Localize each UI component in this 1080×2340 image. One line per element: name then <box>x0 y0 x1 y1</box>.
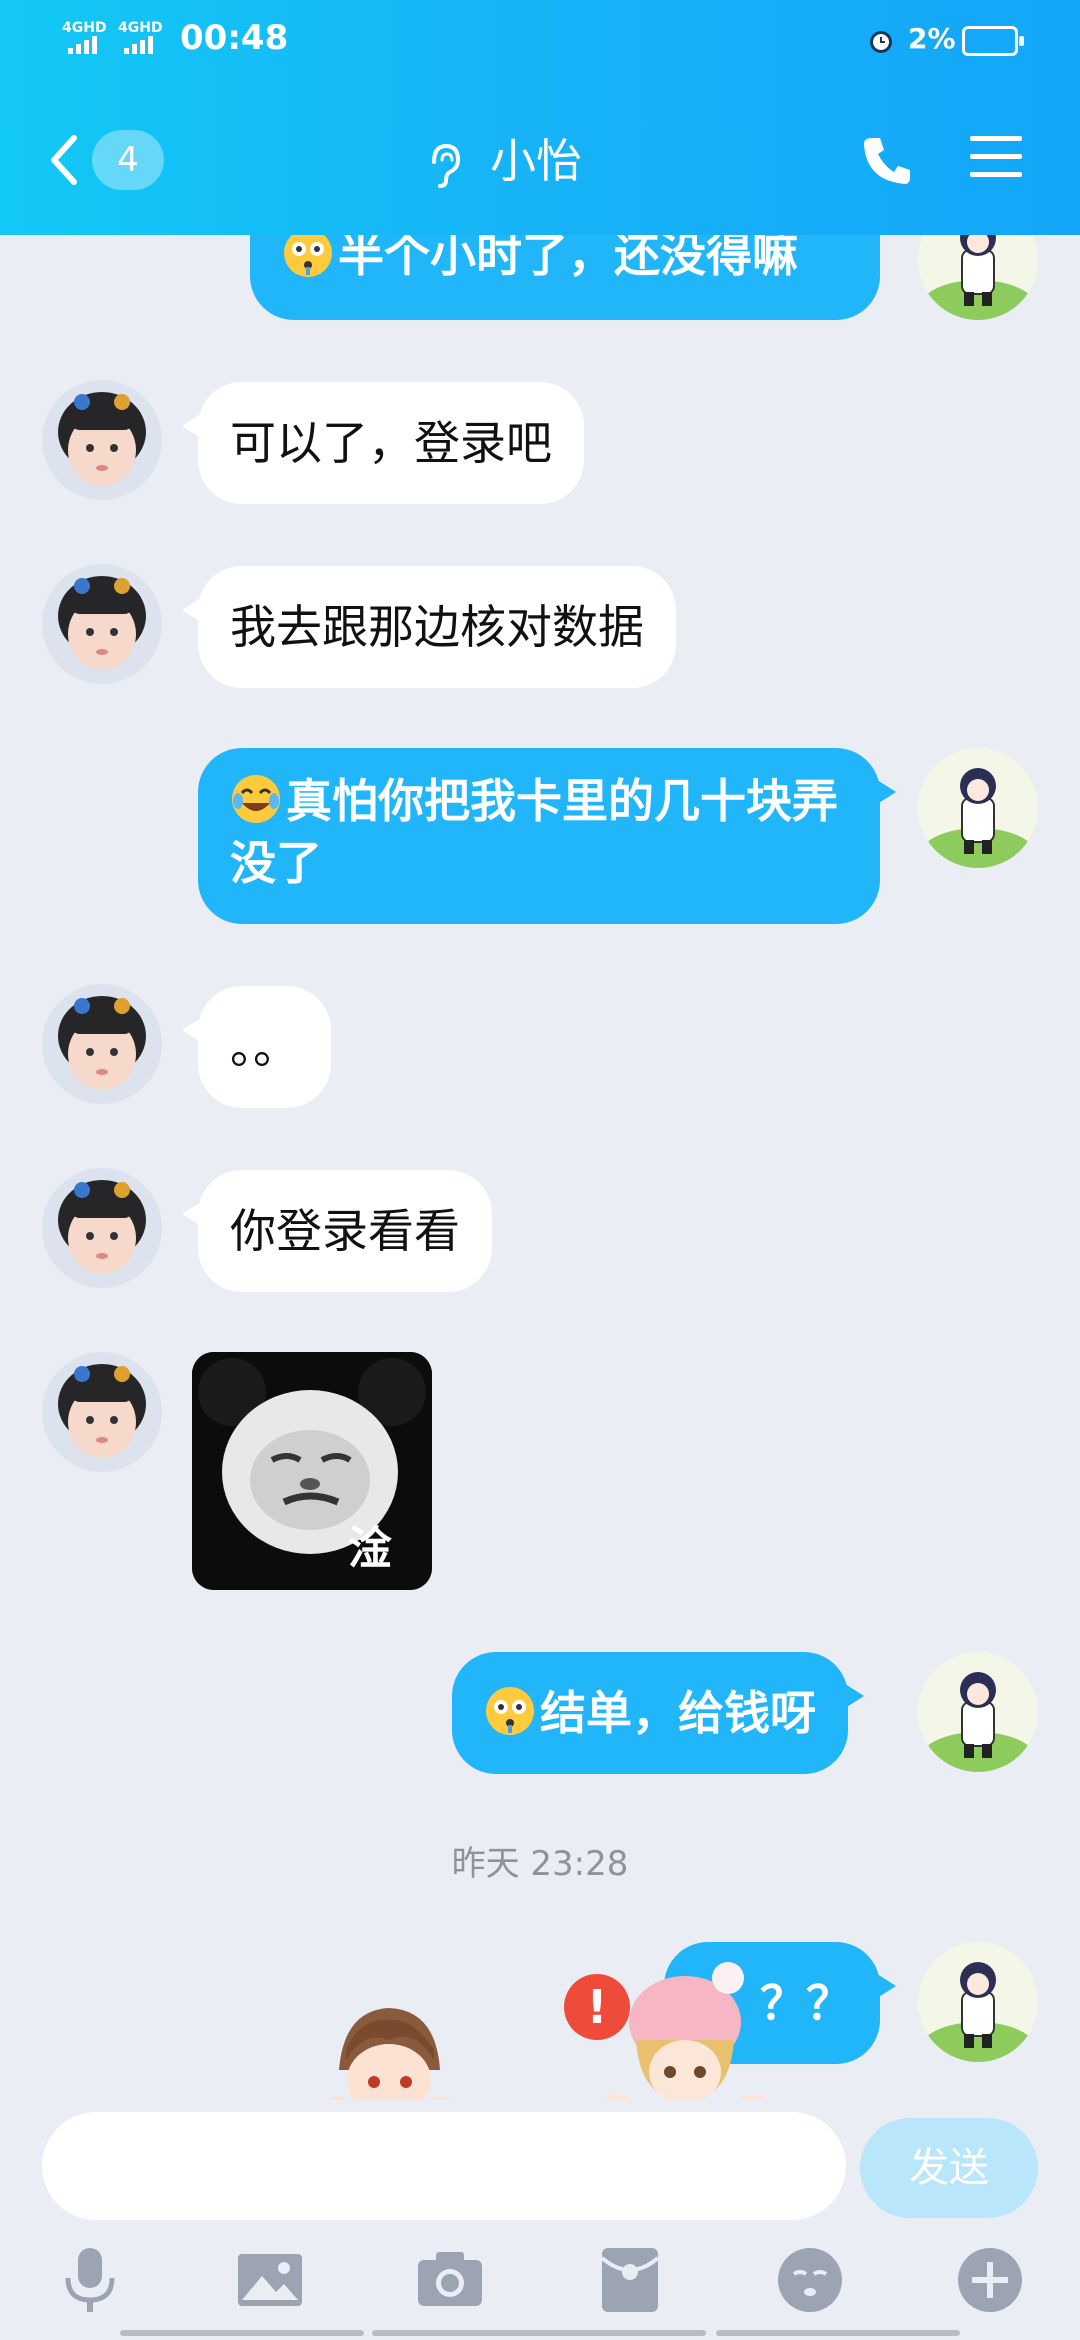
message-text: 。。 <box>230 1020 299 1074</box>
peeking-boy-character <box>324 2000 454 2100</box>
panda-meme-sticker[interactable]: 淦 <box>192 1352 432 1590</box>
phone-call-icon[interactable] <box>860 132 916 188</box>
message-text: 真怕你把我卡里的几十块弄没了 <box>230 774 838 890</box>
contact-avatar[interactable] <box>42 1352 162 1472</box>
message-text: 可以了，登录吧 <box>230 416 552 470</box>
message-text: 结单，给钱呀 <box>540 1686 816 1740</box>
nav-indicator <box>372 2330 706 2336</box>
menu-icon[interactable] <box>968 132 1024 182</box>
my-avatar[interactable] <box>918 1942 1038 2062</box>
emoji-icon[interactable] <box>772 2242 848 2318</box>
red-packet-icon[interactable] <box>592 2242 668 2318</box>
message-input[interactable] <box>42 2112 846 2220</box>
peeking-girl-character <box>600 1960 770 2100</box>
message-text: 半个小时了，还没得嘛 <box>338 228 798 282</box>
message-text: 你登录看看 <box>230 1204 460 1258</box>
chat-header: 4GHD 4GHD 00:48 2% 4 小怡 <box>0 0 1080 235</box>
nav-indicator <box>120 2330 364 2336</box>
nav-indicator <box>716 2330 960 2336</box>
alarm-icon <box>866 26 896 56</box>
my-avatar[interactable] <box>918 1652 1038 1772</box>
outgoing-message[interactable]: 结单，给钱呀 <box>452 1652 864 1774</box>
flushed-emoji-icon <box>484 1685 536 1737</box>
send-button[interactable]: 发送 <box>860 2118 1038 2218</box>
message-text: 我去跟那边核对数据 <box>230 600 644 654</box>
outgoing-message[interactable]: 真怕你把我卡里的几十块弄没了 <box>198 748 896 924</box>
contact-avatar[interactable] <box>42 1168 162 1288</box>
incoming-message[interactable]: 你登录看看 <box>182 1170 492 1292</box>
contact-avatar[interactable] <box>42 380 162 500</box>
incoming-message[interactable]: 我去跟那边核对数据 <box>182 566 676 688</box>
status-time: 00:48 <box>180 18 289 58</box>
tears-of-joy-emoji-icon <box>230 773 282 825</box>
back-arrow-icon[interactable] <box>44 130 84 190</box>
network-type-label: 4GHD <box>118 20 163 36</box>
microphone-icon[interactable] <box>52 2242 128 2318</box>
contact-avatar[interactable] <box>42 984 162 1104</box>
chat-title[interactable]: 小怡 <box>490 130 582 192</box>
camera-icon[interactable] <box>412 2242 488 2318</box>
incoming-message[interactable]: 。。 <box>182 986 331 1108</box>
nav-bar: 4 小怡 <box>0 100 1080 220</box>
plus-icon[interactable] <box>952 2242 1028 2318</box>
image-icon[interactable] <box>232 2242 308 2318</box>
my-avatar[interactable] <box>918 748 1038 868</box>
battery-percent: 2% <box>908 22 956 55</box>
battery-icon <box>962 26 1024 56</box>
incoming-message[interactable]: 可以了，登录吧 <box>182 382 584 504</box>
message-timestamp: 昨天 23:28 <box>451 1844 629 1884</box>
status-bar: 4GHD 4GHD 00:48 2% <box>0 0 1080 80</box>
contact-avatar[interactable] <box>42 564 162 684</box>
unread-count-badge[interactable]: 4 <box>92 130 164 190</box>
earpiece-mode-icon[interactable] <box>424 140 464 190</box>
input-bar: 发送 <box>0 2100 1080 2340</box>
chat-area[interactable]: 半个小时了，还没得嘛 可以了，登录吧 我去跟那边核对数据 真怕你把我卡里的几十块… <box>0 0 1080 2100</box>
network-type-label: 4GHD <box>62 20 107 36</box>
sticker-caption: 淦 <box>348 1523 392 1574</box>
message-text: ？？ <box>760 1976 852 2030</box>
